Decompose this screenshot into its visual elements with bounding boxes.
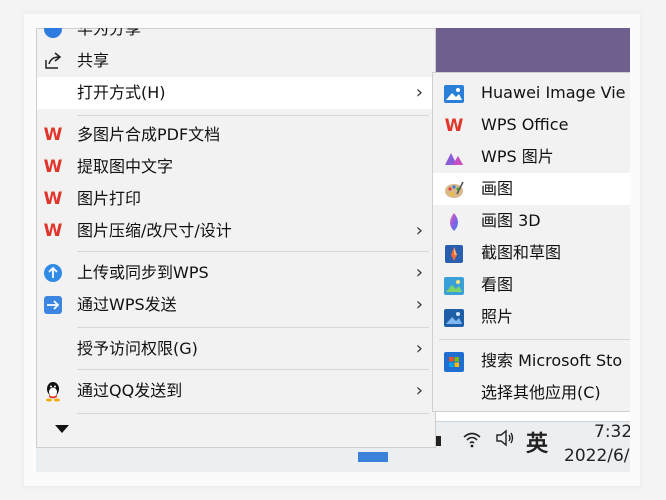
submenu-item-label: WPS Office	[481, 115, 569, 134]
menu-item-label: 通过WPS发送	[77, 295, 177, 314]
chevron-right-icon: ›	[415, 220, 423, 241]
submenu-item-label: 截图和草图	[481, 243, 562, 262]
chevron-right-icon: ›	[415, 82, 423, 103]
submenu-item-choose-other-app[interactable]: 选择其他应用(C)	[433, 377, 630, 409]
menu-item-compress-resize[interactable]: W 图片压缩/改尺寸/设计 ›	[37, 215, 435, 247]
menu-item-label: 图片打印	[77, 189, 142, 208]
menu-item-label: 打开方式(H)	[77, 83, 166, 102]
menu-item-upload-wps[interactable]: 上传或同步到WPS ›	[37, 257, 435, 289]
submenu-item-label: 画图	[481, 179, 514, 198]
menu-separator	[77, 251, 429, 252]
paint-3d-icon	[443, 211, 465, 233]
clock-time[interactable]: 7:32	[594, 422, 630, 442]
cloud-upload-icon	[43, 263, 63, 283]
menu-item-print-image[interactable]: W 图片打印	[37, 183, 435, 215]
submenu-item-label: 选择其他应用(C)	[481, 383, 601, 402]
chevron-right-icon: ›	[415, 338, 423, 359]
wifi-icon[interactable]	[462, 430, 482, 453]
submenu-separator	[439, 339, 630, 340]
wps-icon: W	[43, 125, 63, 145]
submenu-item-label: WPS 图片	[481, 147, 554, 166]
input-language[interactable]: 英	[526, 426, 548, 458]
submenu-item-label: Huawei Image Vie	[481, 83, 626, 102]
chevron-right-icon: ›	[415, 380, 423, 401]
menu-separator	[77, 413, 429, 414]
desktop-wallpaper	[430, 28, 630, 76]
menu-separator	[77, 115, 429, 116]
qq-penguin-icon	[43, 381, 63, 402]
chevron-right-icon: ›	[415, 294, 423, 315]
open-with-submenu: Huawei Image Vie W WPS Office WPS 图片 画图 …	[432, 72, 630, 412]
submenu-item-paint-3d[interactable]: 画图 3D	[433, 205, 630, 237]
image-view-icon	[443, 275, 465, 297]
context-menu: 华为分享 共享 打开方式(H) › W 多图片合成PDF文档 W 提取图中文字 …	[36, 28, 436, 448]
menu-item-label: 共享	[77, 51, 110, 70]
microsoft-store-icon	[443, 351, 465, 373]
more-options-arrow-icon[interactable]	[55, 425, 69, 433]
menu-item-label: 华为分享	[77, 28, 142, 38]
submenu-item-label: 看图	[481, 275, 514, 294]
menu-item-label: 通过QQ发送到	[77, 381, 183, 400]
wps-icon: W	[43, 221, 63, 241]
wps-icon: W	[444, 116, 464, 136]
submenu-item-snip-sketch[interactable]: 截图和草图	[433, 237, 630, 269]
taskbar-app-icon[interactable]	[358, 452, 388, 462]
screen: ⌃ 英 7:32 2022/6/ 华为分享 共享 打开方式(H) ›	[36, 28, 630, 472]
menu-item-share[interactable]: 共享	[37, 45, 435, 77]
menu-separator	[77, 327, 429, 328]
submenu-item-photos[interactable]: 照片	[433, 301, 630, 333]
menu-item-label: 多图片合成PDF文档	[77, 125, 221, 144]
menu-item-grant-access[interactable]: 授予访问权限(G) ›	[37, 333, 435, 365]
menu-separator	[77, 369, 429, 370]
wps-icon: W	[43, 157, 63, 177]
menu-item-label: 提取图中文字	[77, 157, 174, 176]
chevron-right-icon: ›	[415, 262, 423, 283]
menu-item-huawei-share[interactable]: 华为分享	[37, 28, 435, 45]
submenu-item-view-image[interactable]: 看图	[433, 269, 630, 301]
wps-icon: W	[43, 189, 63, 209]
menu-item-extract-text[interactable]: W 提取图中文字	[37, 151, 435, 183]
clock-date[interactable]: 2022/6/	[564, 446, 630, 466]
wps-image-icon	[443, 147, 465, 169]
submenu-item-search-store[interactable]: 搜索 Microsoft Sto	[433, 345, 630, 377]
submenu-item-wps-image[interactable]: WPS 图片	[433, 141, 630, 173]
submenu-item-paint[interactable]: 画图	[433, 173, 630, 205]
submenu-item-huawei-image-viewer[interactable]: Huawei Image Vie	[433, 77, 630, 109]
menu-item-label: 授予访问权限(G)	[77, 339, 198, 358]
menu-item-open-with[interactable]: 打开方式(H) ›	[37, 77, 435, 109]
menu-item-send-via-qq[interactable]: 通过QQ发送到 ›	[37, 375, 435, 407]
menu-item-merge-pdf[interactable]: W 多图片合成PDF文档	[37, 119, 435, 151]
volume-icon[interactable]	[494, 428, 516, 453]
menu-item-send-via-wps[interactable]: 通过WPS发送 ›	[37, 289, 435, 321]
photos-icon	[443, 307, 465, 329]
submenu-item-label: 搜索 Microsoft Sto	[481, 351, 623, 370]
menu-item-label: 上传或同步到WPS	[77, 263, 209, 282]
image-viewer-icon	[443, 83, 465, 105]
huawei-share-icon	[43, 28, 63, 39]
snip-sketch-icon	[443, 243, 465, 265]
submenu-item-wps-office[interactable]: W WPS Office	[433, 109, 630, 141]
submenu-item-label: 画图 3D	[481, 211, 541, 230]
send-arrow-icon	[43, 295, 63, 315]
submenu-item-label: 照片	[481, 307, 514, 326]
paint-palette-icon	[443, 179, 465, 201]
menu-item-label: 图片压缩/改尺寸/设计	[77, 221, 232, 240]
share-icon	[43, 51, 63, 71]
